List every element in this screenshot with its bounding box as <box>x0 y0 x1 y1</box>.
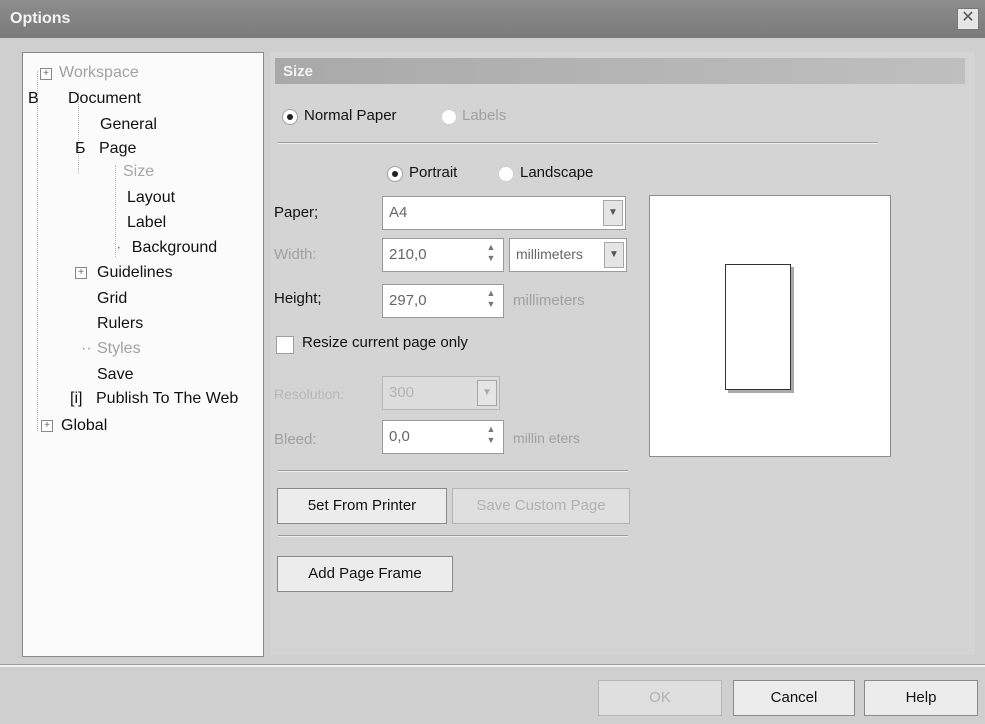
dropdown-arrow-icon: ▼ <box>603 200 623 226</box>
save-custom-page-button[interactable]: Save Custom Page <box>452 488 630 524</box>
tree-item-workspace[interactable]: Workspace <box>59 64 139 82</box>
expand-icon[interactable]: + <box>40 68 52 80</box>
resize-current-page-checkbox[interactable] <box>276 336 294 354</box>
set-from-printer-button[interactable]: 5et From Printer <box>277 488 447 524</box>
title-bar: Options ✕ <box>0 0 985 38</box>
bleed-value: 0,0 <box>389 428 410 445</box>
tree-item-global[interactable]: Global <box>61 417 107 435</box>
footer-separator <box>0 664 985 667</box>
tree-item-label[interactable]: Label <box>127 214 166 232</box>
spinner-icon[interactable]: ▲ ▼ <box>482 242 500 266</box>
tree-connector-line <box>37 71 38 431</box>
paper-select[interactable]: A4 ▼ <box>382 196 626 230</box>
landscape-radio[interactable] <box>498 166 514 182</box>
cancel-button[interactable]: Cancel <box>733 680 855 716</box>
add-page-frame-button[interactable]: Add Page Frame <box>277 556 453 592</box>
resolution-value: 300 <box>389 384 415 401</box>
tree-item-rulers[interactable]: Rulers <box>97 315 143 333</box>
portrait-label: Portrait <box>409 164 458 181</box>
tree-item-document[interactable]: Document <box>68 90 141 108</box>
bleed-unit-label: millin eters <box>513 430 580 446</box>
separator <box>278 142 878 144</box>
bleed-label: Bleed: <box>274 431 317 448</box>
section-header: Size <box>275 58 965 84</box>
width-value: 210,0 <box>389 246 427 263</box>
options-tree[interactable]: + Workspace B Document General Б Page Si… <box>22 52 264 657</box>
tree-item-document-prefix: B <box>28 90 39 107</box>
width-input[interactable]: 210,0 ▲ ▼ <box>382 238 504 272</box>
tree-item-general[interactable]: General <box>100 116 157 134</box>
height-label: Height; <box>274 290 322 307</box>
portrait-radio[interactable] <box>387 166 403 182</box>
resize-current-page-label: Resize current page only <box>302 334 468 351</box>
resolution-select[interactable]: 300 ▼ <box>382 376 500 410</box>
tree-item-save[interactable]: Save <box>97 366 133 384</box>
expand-icon[interactable]: + <box>75 267 87 279</box>
separator <box>278 535 628 537</box>
dropdown-arrow-icon: ▼ <box>477 380 497 406</box>
height-unit-label: millimeters <box>513 292 585 309</box>
height-value: 297,0 <box>389 292 427 309</box>
normal-paper-radio[interactable] <box>282 109 298 125</box>
tree-item-background[interactable]: · Background <box>116 239 217 257</box>
resolution-label: Resolution: <box>274 386 345 402</box>
normal-paper-label: Normal Paper <box>304 107 397 124</box>
window-title: Options <box>10 10 71 27</box>
page-preview <box>649 195 891 457</box>
dropdown-arrow-icon: ▼ <box>604 242 624 268</box>
labels-label: Labels <box>462 107 507 124</box>
tree-bullet-icon: · <box>116 239 122 256</box>
spinner-icon[interactable]: ▲ ▼ <box>482 424 500 448</box>
tree-item-publish-prefix: [i] <box>70 390 83 407</box>
units-select[interactable]: millimeters ▼ <box>509 238 627 272</box>
labels-radio[interactable] <box>441 109 457 125</box>
tree-item-page-prefix: Б <box>75 140 86 157</box>
tree-item-publish-to-the-web[interactable]: Publish To The Web <box>96 390 238 408</box>
bleed-input[interactable]: 0,0 ▲ ▼ <box>382 420 504 454</box>
tree-item-styles[interactable]: Styles <box>97 340 141 358</box>
separator <box>278 470 628 472</box>
ok-button[interactable]: OK <box>598 680 722 716</box>
height-input[interactable]: 297,0 ▲ ▼ <box>382 284 504 318</box>
tree-item-background-label: Background <box>131 239 218 256</box>
tree-item-size[interactable]: Size <box>123 163 154 181</box>
paper-select-value: A4 <box>389 204 408 221</box>
width-label: Width: <box>274 246 317 263</box>
units-select-value: millimeters <box>516 246 583 262</box>
close-button[interactable]: ✕ <box>957 8 979 30</box>
spinner-icon[interactable]: ▲ ▼ <box>482 288 500 312</box>
paper-label: Paper; <box>274 204 319 221</box>
tree-item-grid[interactable]: Grid <box>97 290 127 308</box>
tree-item-layout[interactable]: Layout <box>127 189 175 207</box>
tree-item-guidelines[interactable]: Guidelines <box>97 264 173 282</box>
page-preview-shape <box>725 264 791 390</box>
tree-item-page[interactable]: Page <box>99 140 136 158</box>
help-button[interactable]: Help <box>864 680 978 716</box>
expand-icon[interactable]: + <box>41 420 53 432</box>
section-title: Size <box>283 63 314 80</box>
landscape-label: Landscape <box>520 164 594 181</box>
tree-item-styles-prefix: ·· <box>81 340 92 357</box>
